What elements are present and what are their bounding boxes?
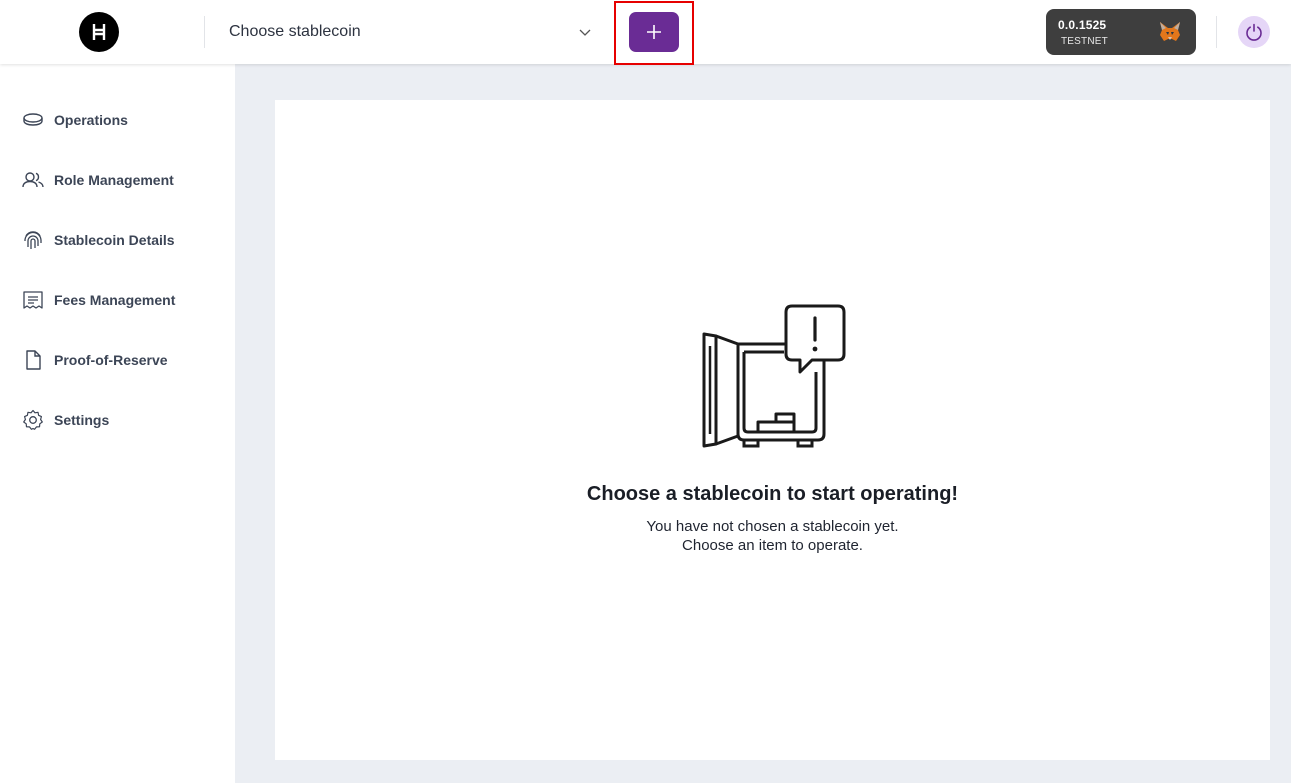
header-divider-right xyxy=(1216,16,1217,48)
chevron-down-icon xyxy=(579,29,591,36)
sidebar-item-settings[interactable]: Settings xyxy=(0,400,235,440)
document-icon xyxy=(22,349,44,371)
header-divider xyxy=(204,16,205,48)
sidebar-item-label: Operations xyxy=(54,112,128,128)
empty-state-title: Choose a stablecoin to start operating! xyxy=(586,483,959,505)
stablecoin-select-value: Choose stablecoin xyxy=(229,23,361,40)
plus-icon xyxy=(647,25,661,39)
wallet-network: TESTNET xyxy=(1061,36,1108,47)
add-stablecoin-button[interactable] xyxy=(629,12,679,52)
metamask-fox-icon xyxy=(1160,22,1180,41)
sidebar-item-label: Role Management xyxy=(54,172,174,188)
sidebar-item-fees-management[interactable]: Fees Management xyxy=(0,280,235,320)
sidebar-item-label: Fees Management xyxy=(54,292,176,308)
wallet-account-badge[interactable]: 0.0.1525 TESTNET xyxy=(1046,9,1196,55)
empty-state-hint: Choose an item to operate. xyxy=(682,537,863,554)
fingerprint-icon xyxy=(22,229,44,251)
disconnect-button[interactable] xyxy=(1238,16,1270,48)
stablecoin-select[interactable]: Choose stablecoin xyxy=(216,14,601,50)
empty-state-message: You have not chosen a stablecoin yet. xyxy=(646,518,899,535)
sidebar-item-proof-of-reserve[interactable]: Proof-of-Reserve xyxy=(0,340,235,380)
wallet-account-id: 0.0.1525 xyxy=(1058,18,1107,32)
main-content-card: Choose a stablecoin to start operating! … xyxy=(275,100,1270,760)
hedera-logo-icon[interactable] xyxy=(79,12,119,52)
receipt-icon xyxy=(22,289,44,311)
coin-icon xyxy=(22,109,44,131)
power-icon xyxy=(1246,23,1262,41)
open-safe-alert-icon xyxy=(702,304,846,448)
users-icon xyxy=(22,169,44,191)
top-bar: Choose stablecoin 0.0.1525 TESTNET xyxy=(0,0,1291,65)
sidebar-item-role-management[interactable]: Role Management xyxy=(0,160,235,200)
sidebar: Operations Role Management Stablecoin De… xyxy=(0,64,235,783)
sidebar-item-stablecoin-details[interactable]: Stablecoin Details xyxy=(0,220,235,260)
gear-icon xyxy=(22,409,44,431)
sidebar-item-label: Settings xyxy=(54,412,110,428)
sidebar-item-operations[interactable]: Operations xyxy=(0,100,235,140)
sidebar-item-label: Stablecoin Details xyxy=(54,232,175,248)
sidebar-item-label: Proof-of-Reserve xyxy=(54,352,168,368)
